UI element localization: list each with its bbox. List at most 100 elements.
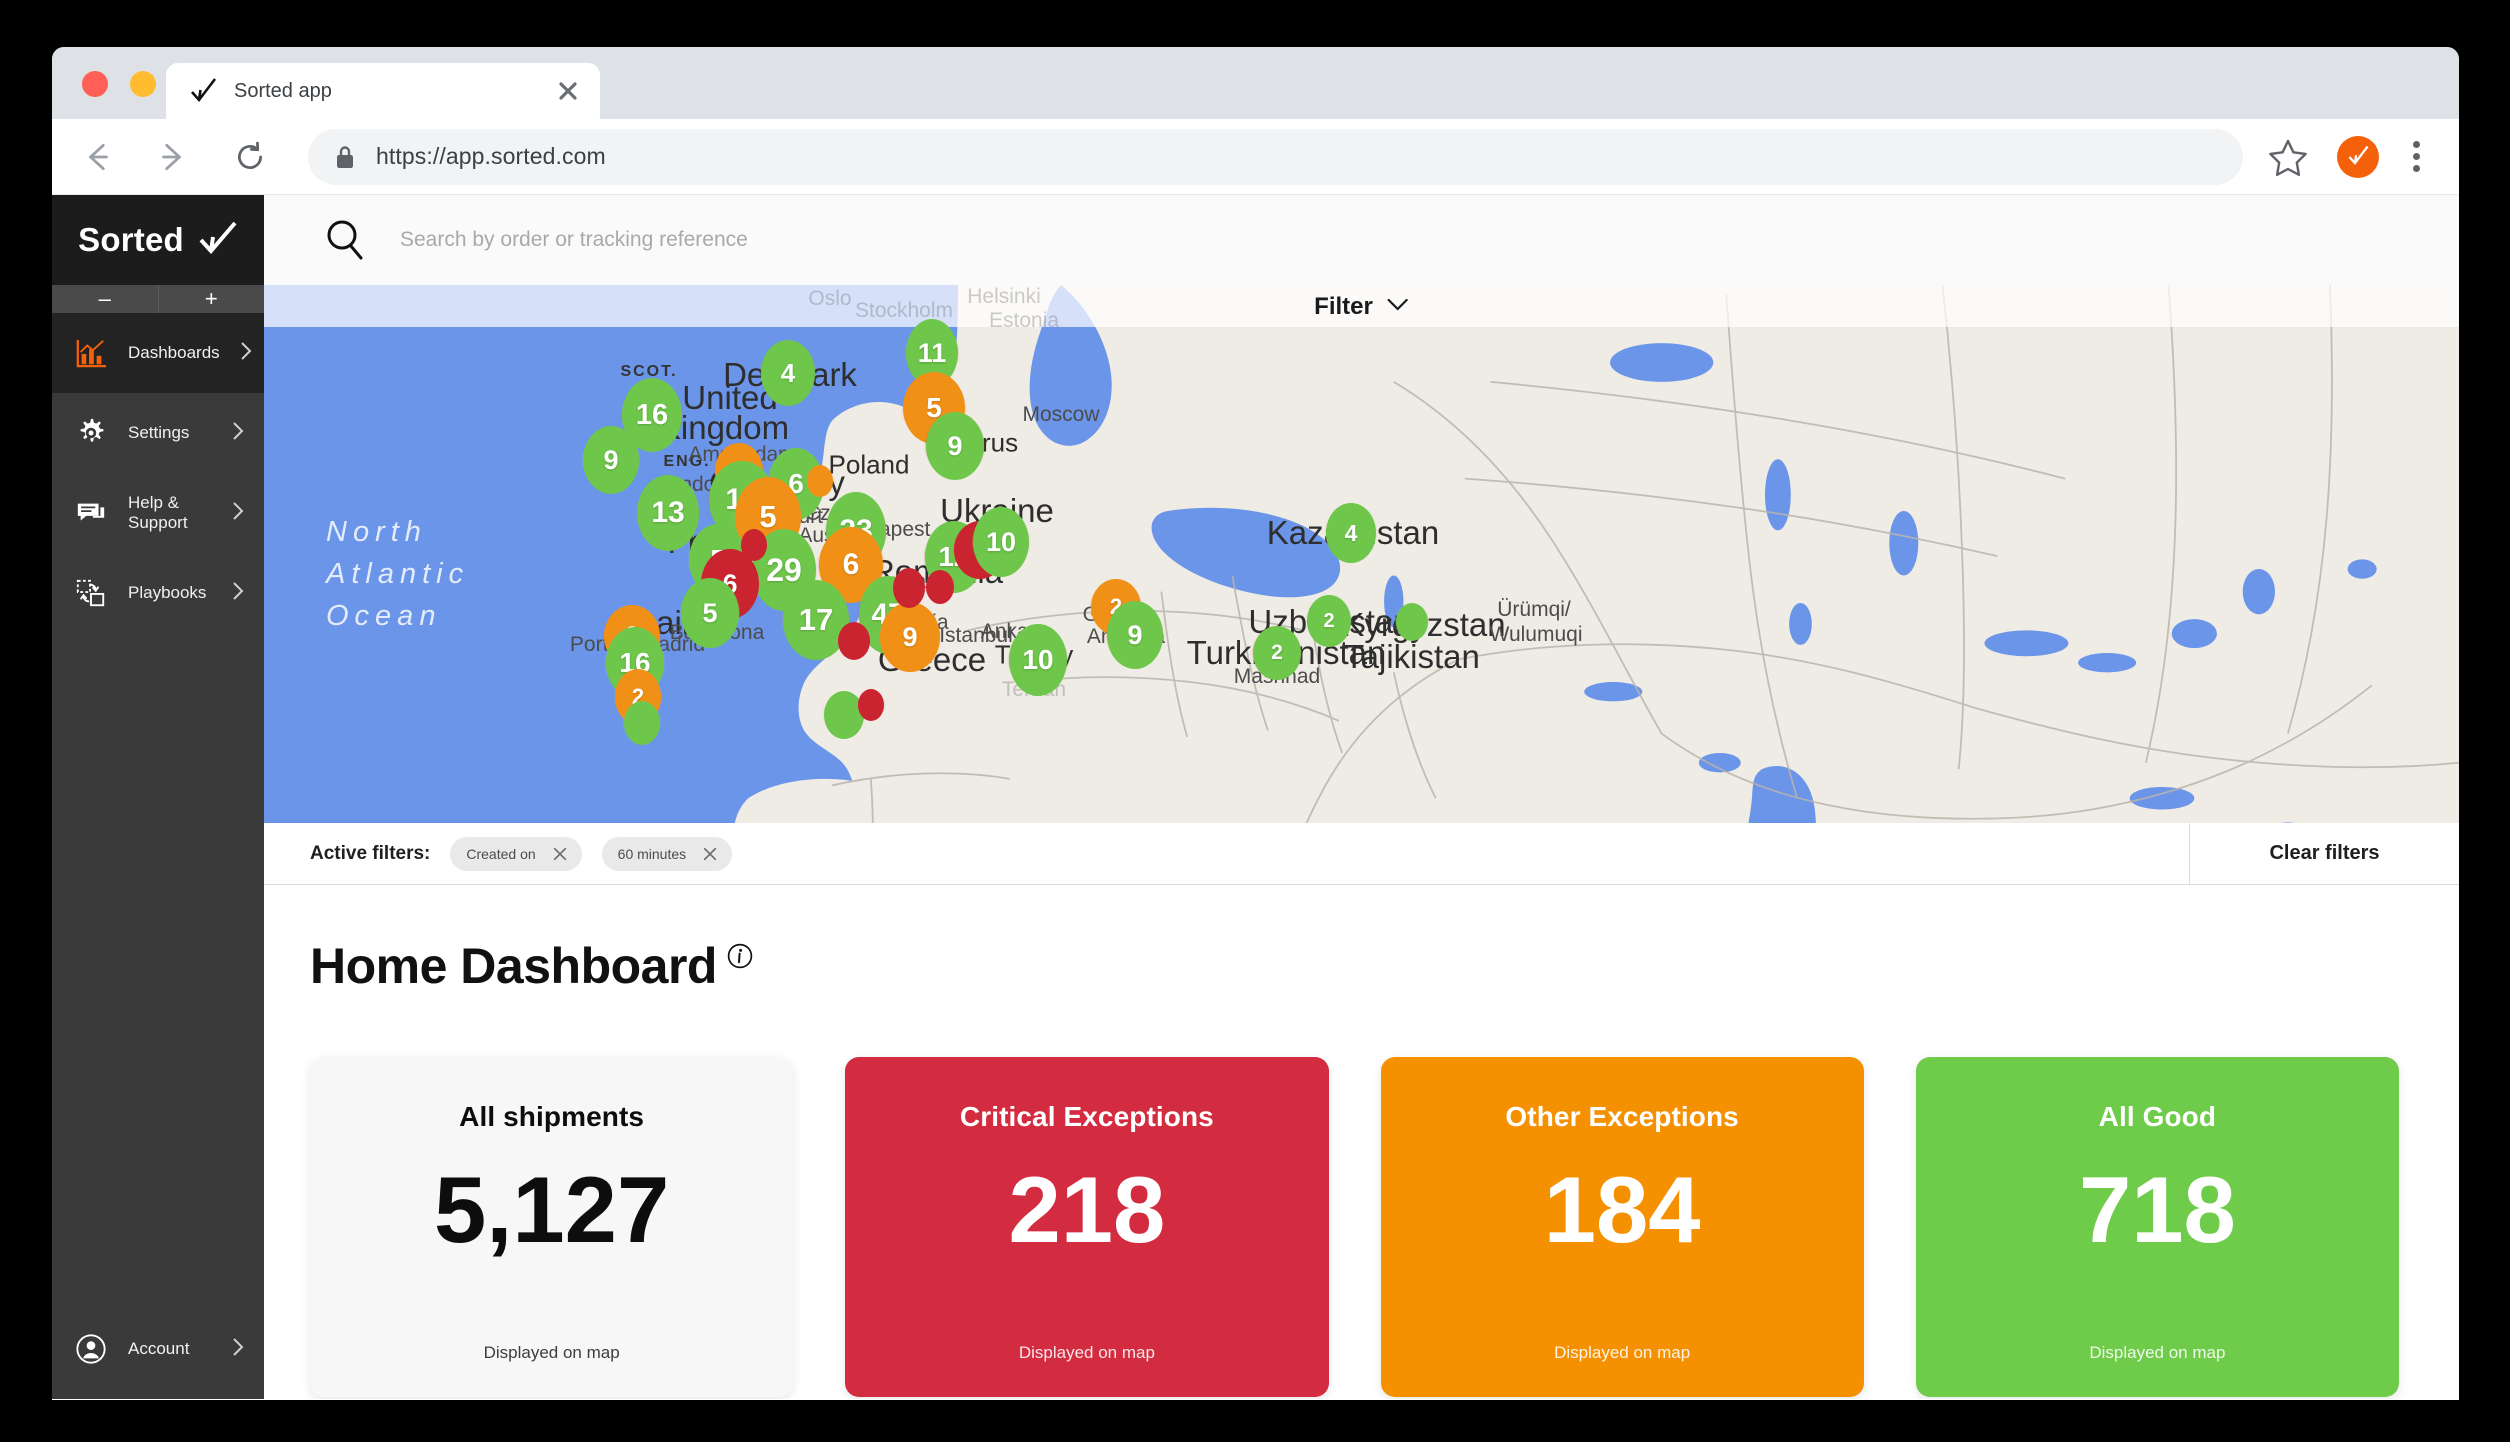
info-icon[interactable] bbox=[727, 943, 753, 974]
map-cluster-marker[interactable]: 2 bbox=[1307, 595, 1351, 647]
bookmark-star-icon[interactable] bbox=[2265, 134, 2311, 180]
map-label: Estonia bbox=[988, 309, 1060, 332]
filter-chip-60-minutes[interactable]: 60 minutes bbox=[601, 836, 733, 871]
cluster-count-badge: 2 bbox=[1307, 595, 1351, 647]
browser-tab[interactable]: Sorted app bbox=[166, 63, 600, 119]
map-cluster-marker[interactable] bbox=[624, 701, 660, 745]
kpi-card[interactable]: All Good 718 Displayed on map bbox=[1915, 1057, 2399, 1397]
cluster-count-badge: 4 bbox=[761, 340, 815, 406]
map-cluster-marker[interactable] bbox=[858, 689, 884, 721]
sidebar-item-help-support[interactable]: Help & Support bbox=[52, 473, 264, 553]
ocean-label: North Atlantic Ocean bbox=[326, 516, 470, 633]
browser-toolbar: https://app.sorted.com bbox=[52, 119, 2459, 195]
cluster-count-badge: 9 bbox=[1107, 601, 1163, 669]
remove-filter-icon[interactable] bbox=[552, 846, 568, 862]
map-cluster-marker[interactable]: 16 bbox=[622, 378, 682, 452]
chevron-right-icon bbox=[232, 581, 244, 606]
kpi-card-subtitle: Displayed on map bbox=[483, 1343, 620, 1362]
kpi-card-title: Other Exceptions bbox=[1505, 1101, 1739, 1132]
sorted-check-logo-icon bbox=[198, 221, 238, 260]
map-cluster-marker[interactable] bbox=[838, 622, 870, 660]
browser-tab-strip: Sorted app bbox=[52, 47, 2459, 119]
cluster-count-badge bbox=[1396, 603, 1428, 641]
close-window-button[interactable] bbox=[82, 71, 108, 97]
map-filter-dropdown[interactable]: Filter bbox=[1296, 289, 1427, 325]
search-bar bbox=[264, 195, 2459, 285]
zoom-in-button[interactable]: + bbox=[159, 285, 265, 313]
map-label: Poland bbox=[828, 449, 910, 480]
shipment-map[interactable]: Oslo Stockholm Helsinki Estonia SCOT. United K… bbox=[264, 285, 2459, 823]
active-filters-label: Active filters: bbox=[310, 842, 431, 864]
filter-chip-created-on[interactable]: Created on bbox=[450, 836, 582, 871]
back-icon[interactable] bbox=[70, 129, 126, 185]
close-tab-icon[interactable] bbox=[554, 77, 582, 105]
chevron-right-icon bbox=[232, 1337, 244, 1362]
minimize-window-button[interactable] bbox=[130, 71, 156, 97]
map-cluster-marker[interactable]: 4 bbox=[1326, 503, 1376, 563]
sidebar-item-label: Dashboards bbox=[128, 343, 220, 362]
home-dashboard: Home Dashboard All shipments 5,127 Display… bbox=[264, 885, 2459, 1399]
cluster-count-badge bbox=[838, 622, 870, 660]
kpi-card-value: 718 bbox=[2078, 1157, 2236, 1262]
map-cluster-marker[interactable] bbox=[807, 465, 833, 497]
cluster-count-badge: 10 bbox=[1009, 624, 1067, 696]
search-icon[interactable] bbox=[322, 217, 368, 263]
map-cluster-marker[interactable]: 9 bbox=[926, 412, 984, 480]
cluster-count-badge: 4 bbox=[1326, 503, 1376, 563]
map-cluster-marker[interactable]: 4 bbox=[761, 340, 815, 406]
map-cluster-marker[interactable]: 9 bbox=[880, 602, 940, 672]
cluster-count-badge: 16 bbox=[622, 378, 682, 452]
cluster-count-badge: 10 bbox=[973, 507, 1029, 577]
sidebar-item-settings[interactable]: Settings bbox=[52, 393, 264, 473]
dashboard-header: Home Dashboard bbox=[264, 937, 2459, 995]
map-label: Oslo bbox=[808, 287, 852, 310]
cluster-count-badge bbox=[624, 701, 660, 745]
chevron-right-icon bbox=[232, 501, 244, 526]
map-cluster-marker[interactable] bbox=[1396, 603, 1428, 641]
kpi-card-subtitle: Displayed on map bbox=[1554, 1343, 1691, 1362]
map-cluster-marker[interactable]: 5 bbox=[681, 578, 739, 648]
sidebar-item-label: Settings bbox=[128, 423, 190, 442]
address-bar-url: https://app.sorted.com bbox=[376, 143, 606, 169]
forward-icon[interactable] bbox=[144, 129, 200, 185]
cluster-count-badge bbox=[741, 529, 767, 561]
clear-filters-button[interactable]: Clear filters bbox=[2189, 823, 2459, 884]
sidebar-brand[interactable]: Sorted bbox=[52, 195, 264, 285]
kpi-card-title: Critical Exceptions bbox=[959, 1101, 1214, 1132]
map-cluster-marker[interactable]: 9 bbox=[1107, 601, 1163, 669]
browser-menu-icon[interactable] bbox=[2399, 134, 2433, 180]
search-input[interactable] bbox=[400, 228, 2459, 252]
kpi-card-value: 218 bbox=[1008, 1157, 1166, 1262]
kpi-card-row: All shipments 5,127 Displayed on map Critic… bbox=[264, 995, 2459, 1397]
kpi-card-subtitle: Displayed on map bbox=[2089, 1343, 2226, 1362]
map-cluster-marker[interactable]: 10 bbox=[1009, 624, 1067, 696]
map-cluster-marker[interactable] bbox=[741, 529, 767, 561]
reload-icon[interactable] bbox=[222, 129, 278, 185]
sidebar-item-dashboards[interactable]: Dashboards bbox=[52, 313, 264, 393]
map-cluster-marker[interactable]: 2 bbox=[1253, 626, 1301, 680]
address-bar[interactable]: https://app.sorted.com bbox=[308, 128, 2243, 185]
chevron-right-icon bbox=[232, 421, 244, 446]
kpi-card[interactable]: All shipments 5,127 Displayed on map bbox=[310, 1057, 794, 1397]
chat-icon bbox=[74, 496, 108, 530]
filter-chip-label: 60 minutes bbox=[617, 845, 687, 862]
cluster-count-badge bbox=[858, 689, 884, 721]
kpi-card[interactable]: Other Exceptions 184 Displayed on map bbox=[1380, 1057, 1864, 1397]
map-cluster-marker[interactable]: 10 bbox=[973, 507, 1029, 577]
map-label: Moscow bbox=[1022, 403, 1100, 426]
kpi-card[interactable]: Critical Exceptions 218 Displayed on map bbox=[845, 1057, 1329, 1397]
sidebar-item-playbooks[interactable]: Playbooks bbox=[52, 553, 264, 633]
active-filters-list: Active filters: Created on 60 minutes bbox=[264, 823, 2189, 884]
active-filters-bar: Active filters: Created on 60 minutes Cl… bbox=[264, 823, 2459, 885]
zoom-out-button[interactable]: – bbox=[52, 285, 159, 313]
remove-filter-icon[interactable] bbox=[702, 846, 718, 862]
sidebar-item-account[interactable]: Account bbox=[52, 1309, 264, 1389]
playbooks-icon bbox=[74, 576, 108, 610]
map-cluster-marker[interactable] bbox=[893, 568, 925, 608]
map-cluster-marker[interactable] bbox=[926, 570, 954, 604]
cluster-count-badge: 9 bbox=[926, 412, 984, 480]
sidebar: Sorted – + Dashboards Settings Help & Su… bbox=[52, 195, 264, 1399]
map-label: Helsinki bbox=[967, 285, 1041, 308]
profile-avatar[interactable] bbox=[2337, 135, 2379, 178]
